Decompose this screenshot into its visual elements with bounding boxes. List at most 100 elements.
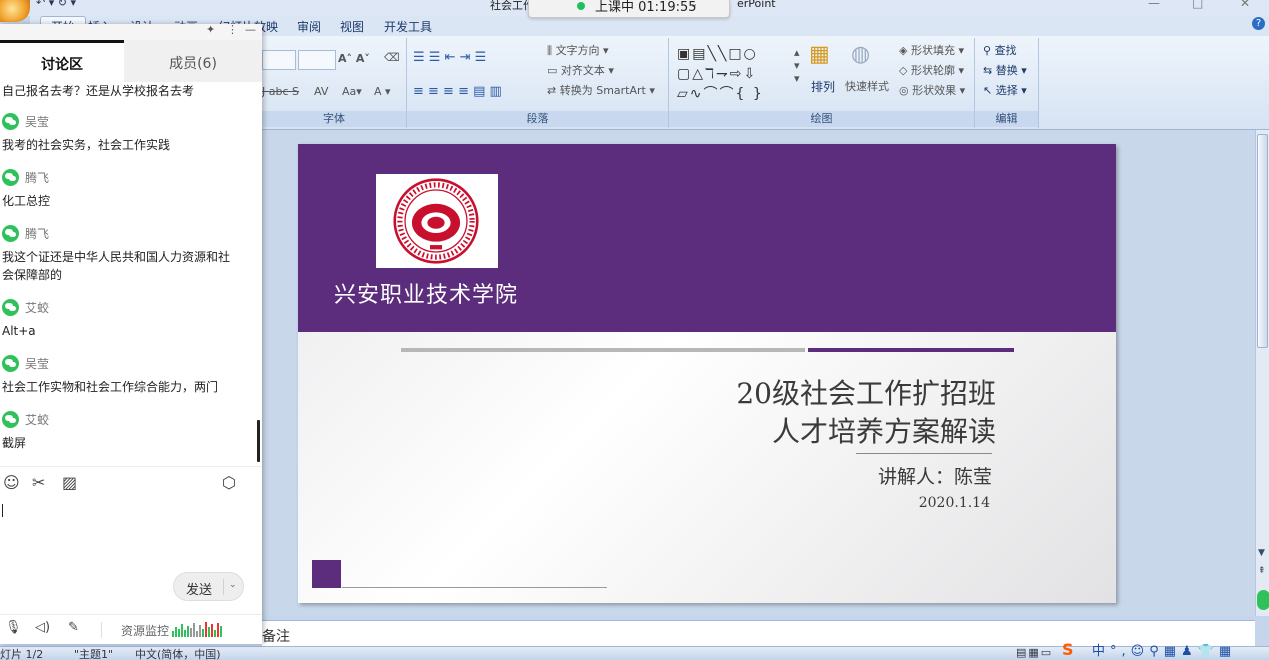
- sender-name: 艾蛟: [25, 300, 50, 315]
- message-text: 我这个证还是中华人民共和国人力资源和社会保障部的: [2, 250, 231, 282]
- resource-monitor-label[interactable]: 资源监控: [121, 622, 169, 639]
- theme-name: "主题1": [74, 648, 114, 660]
- tab-view[interactable]: 视图: [340, 18, 364, 35]
- chat-panel-titlebar: ✦ ⋮ —: [0, 23, 262, 40]
- emoji-icon[interactable]: ☺: [3, 473, 20, 492]
- paragraph-group-label: 段落: [407, 111, 668, 127]
- find-button[interactable]: ⚲ 查找: [983, 42, 1017, 58]
- view-buttons[interactable]: ▤▦▭: [1016, 646, 1053, 659]
- arrange-button[interactable]: 排列: [811, 78, 835, 95]
- vertical-scrollbar[interactable]: ▼ ⇞: [1255, 130, 1269, 616]
- scissors-icon[interactable]: ✂: [32, 473, 45, 492]
- mic-icon[interactable]: 🎙: [5, 620, 22, 635]
- chat-panel: ✦ ⋮ — 讨论区 成员(6) 自己报名去考？还是从学校报名去考 吴莹 我考的社…: [0, 23, 262, 644]
- send-button[interactable]: 发送 ⌄: [173, 572, 244, 601]
- text-direction-button[interactable]: ⫼ 文字方向 ▾: [547, 42, 609, 58]
- wechat-icon: [2, 410, 19, 428]
- text-caret: [2, 504, 3, 517]
- office-button[interactable]: [0, 0, 30, 22]
- message-text: 社会工作实物和社会工作综合能力，两门: [2, 380, 219, 394]
- prev-slide-icon[interactable]: ⇞: [1258, 566, 1266, 576]
- send-separator: [223, 579, 224, 595]
- quick-styles-button[interactable]: 快速样式: [845, 78, 889, 94]
- align-icon[interactable]: ≡ ≡ ≡ ≡ ▤ ▥: [413, 84, 502, 99]
- document-title-suffix: erPoint: [737, 0, 776, 10]
- chat-tabs: 讨论区 成员(6): [0, 40, 262, 82]
- decor-bottom-line: [342, 587, 607, 588]
- class-timer[interactable]: 上课中 01:19:55 ⌄: [528, 0, 730, 18]
- timer-text: 上课中 01:19:55: [595, 0, 697, 15]
- notes-placeholder: 备注: [262, 629, 290, 645]
- slide-title-line1: 20级社会工作扩招班: [736, 377, 996, 410]
- char-spacing-icon[interactable]: AV: [314, 85, 328, 98]
- close-icon[interactable]: ✕: [1240, 0, 1250, 10]
- tab-review[interactable]: 审阅: [297, 18, 321, 35]
- wechat-icon: [2, 168, 19, 186]
- chevron-down-icon[interactable]: ⌄: [229, 580, 237, 590]
- help-icon[interactable]: ?: [1252, 17, 1265, 30]
- sender-name: 吴莹: [25, 356, 50, 371]
- settings-icon[interactable]: ⬡: [222, 473, 236, 492]
- clear-format-icon[interactable]: ⌫: [384, 51, 400, 64]
- arrange-icon[interactable]: ▦: [809, 42, 830, 67]
- message-item: 艾蛟 截屏: [2, 410, 242, 452]
- gallery-scroll-icon[interactable]: ▴ ▾ ▾: [794, 46, 800, 85]
- shapes-gallery[interactable]: ▣▤╲╲□○ ▢△ℸ⇁⇨⇩ ▱∿⌒⌒{ }: [677, 44, 795, 104]
- quick-access-toolbar[interactable]: ↶ ▾ ↻ ▾: [36, 0, 76, 9]
- shape-effects-button[interactable]: ◎ 形状效果 ▾: [899, 82, 965, 98]
- image-icon[interactable]: ▨: [62, 473, 77, 492]
- pen-icon[interactable]: ✎: [68, 620, 79, 635]
- ime-toolbar[interactable]: 中°,☺⚲▦♟👕▦: [1062, 640, 1269, 660]
- font-name-field[interactable]: [262, 50, 296, 70]
- slide-header-band: 兴安职业技术学院: [298, 144, 1116, 332]
- resource-monitor-graph: [172, 622, 224, 637]
- pin-icon[interactable]: ✦: [206, 23, 215, 36]
- bullets-icon[interactable]: ☰ ☰ ⇤ ⇥ ☰: [413, 50, 486, 65]
- minimize-icon[interactable]: —: [1148, 0, 1160, 10]
- scroll-thumb[interactable]: [1257, 134, 1268, 348]
- assistant-bubble-icon[interactable]: [1257, 590, 1269, 610]
- edit-group: ⚲ 查找 ⇆ 替换 ▾ ↖ 选择 ▾ 编辑: [975, 38, 1039, 128]
- sender-name: 腾飞: [25, 170, 50, 185]
- shape-fill-button[interactable]: ◈ 形状填充 ▾: [899, 42, 964, 58]
- replace-button[interactable]: ⇆ 替换 ▾: [983, 62, 1027, 78]
- message-list[interactable]: 自己报名去考？还是从学校报名去考 吴莹 我考的社会实务，社会工作实践 腾飞 化工…: [0, 82, 262, 466]
- quick-styles-icon[interactable]: ◍: [851, 42, 870, 67]
- wechat-icon: [2, 224, 19, 242]
- slide-counter: 灯片 1/2: [0, 648, 44, 660]
- select-button[interactable]: ↖ 选择 ▾: [983, 82, 1027, 98]
- chevron-down-icon[interactable]: ⌄: [689, 0, 698, 10]
- school-logo: [376, 174, 498, 268]
- smartart-button[interactable]: ⇄ 转换为 SmartArt ▾: [547, 82, 655, 98]
- maximize-icon[interactable]: □: [1192, 0, 1203, 10]
- change-case-icon[interactable]: Aa▾: [342, 85, 362, 98]
- scroll-down-icon[interactable]: ▼: [1258, 548, 1265, 558]
- chat-scrollbar[interactable]: [257, 420, 260, 462]
- wechat-icon: [2, 298, 19, 316]
- shape-outline-button[interactable]: ◇ 形状轮廓 ▾: [899, 62, 964, 78]
- edit-group-label: 编辑: [975, 111, 1038, 127]
- strikethrough-icon[interactable]: J abc S: [262, 85, 299, 98]
- sender-name: 吴莹: [25, 114, 50, 129]
- minimize-panel-icon[interactable]: —: [245, 23, 256, 36]
- bottom-separator: [101, 622, 102, 638]
- align-text-button[interactable]: ▭ 对齐文本 ▾: [547, 62, 614, 78]
- more-icon[interactable]: ⋮: [227, 23, 238, 36]
- font-color-icon[interactable]: A ▾: [374, 85, 391, 98]
- wechat-icon: [2, 354, 19, 372]
- tab-developer[interactable]: 开发工具: [384, 18, 432, 35]
- message-item: 腾飞 我这个证还是中华人民共和国人力资源和社会保障部的: [2, 224, 242, 284]
- tab-members[interactable]: 成员(6): [124, 53, 262, 73]
- grow-font-icon[interactable]: A˄ A˅: [338, 52, 370, 65]
- chat-toolbar: ☺ ✂ ▨ ⬡: [0, 466, 262, 496]
- presentation-date: 2020.1.14: [918, 495, 990, 511]
- wechat-icon: [2, 112, 19, 130]
- slide[interactable]: 兴安职业技术学院 20级社会工作扩招班 人才培养方案解读 讲解人：陈莹 2020…: [298, 144, 1116, 603]
- speaker-icon[interactable]: ◁): [35, 620, 50, 635]
- chat-bottom-bar: 🎙 ◁) ✎ 资源监控: [0, 614, 262, 644]
- decor-line-purple: [808, 348, 1014, 352]
- slide-editing-area[interactable]: 兴安职业技术学院 20级社会工作扩招班 人才培养方案解读 讲解人：陈莹 2020…: [262, 130, 1255, 616]
- decor-line-gray: [401, 348, 805, 352]
- tab-discussion[interactable]: 讨论区: [0, 40, 124, 82]
- font-size-field[interactable]: [298, 50, 336, 70]
